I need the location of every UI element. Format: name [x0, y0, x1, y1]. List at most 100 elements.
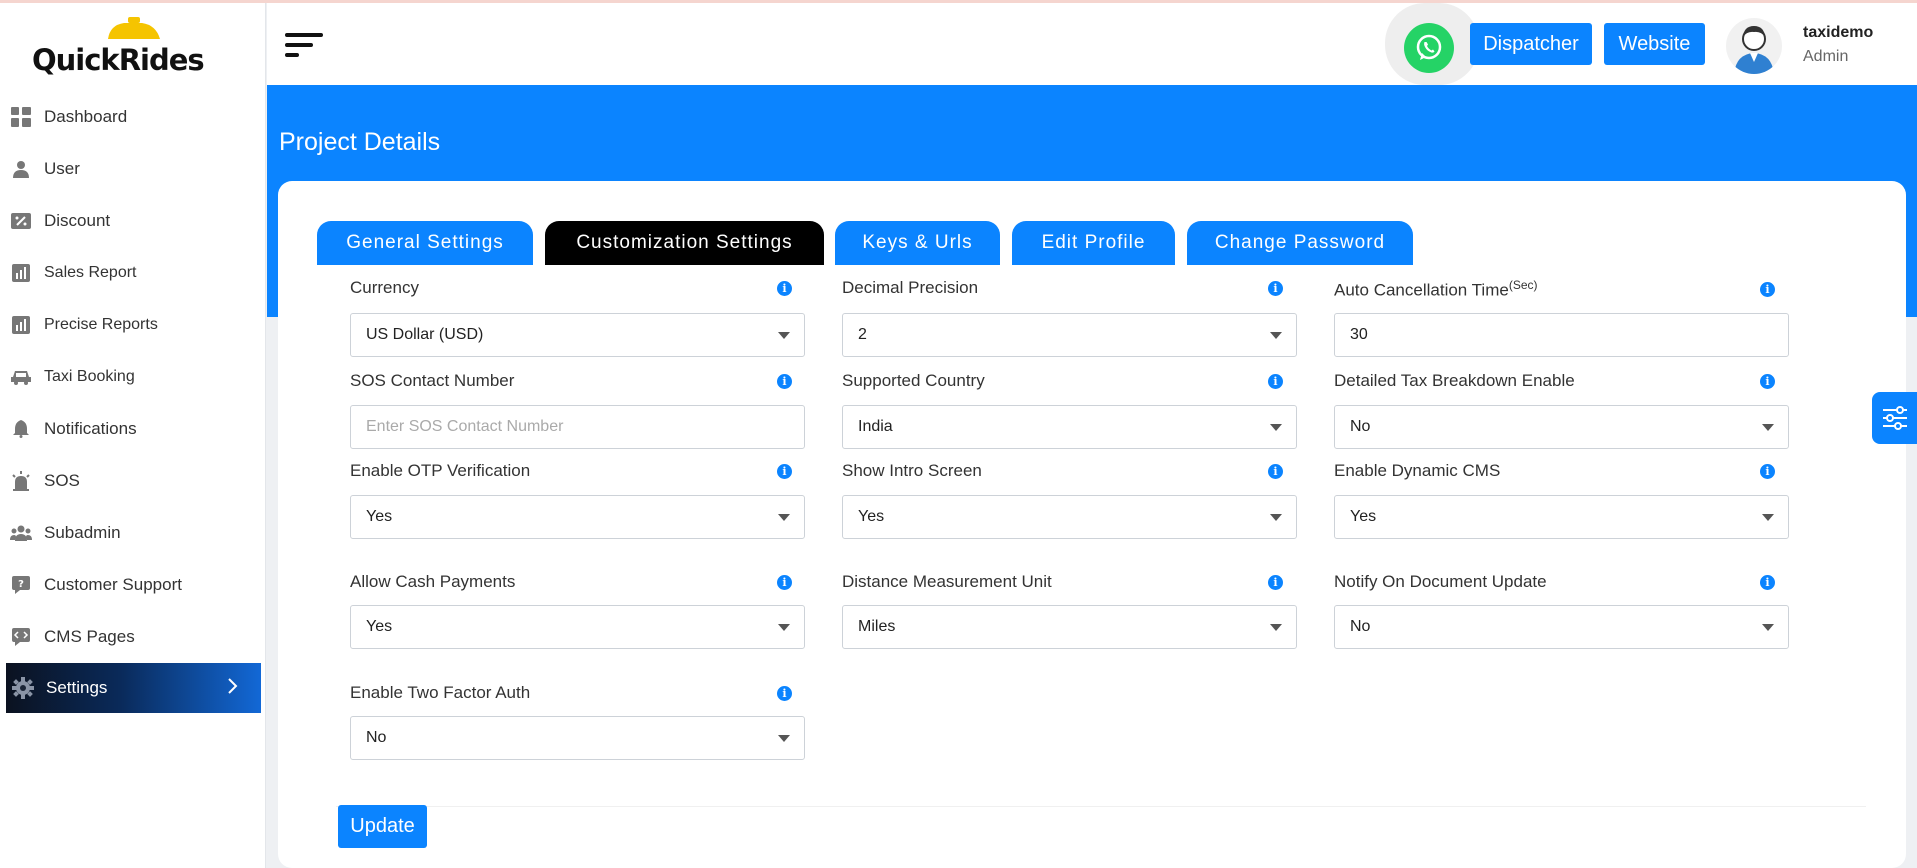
- sidebar-item-label: CMS Pages: [44, 627, 135, 646]
- info-icon[interactable]: i: [777, 686, 792, 701]
- sidebar-item-label: Taxi Booking: [44, 368, 135, 385]
- intro-screen-label: Show Intro Screen: [842, 461, 982, 480]
- decimal-precision-value: 2: [858, 326, 867, 343]
- distance-unit-select[interactable]: Miles: [842, 605, 1297, 649]
- otp-select[interactable]: Yes: [350, 495, 805, 539]
- gear-icon: [12, 677, 34, 699]
- two-factor-label: Enable Two Factor Auth: [350, 683, 531, 702]
- tax-breakdown-select[interactable]: No: [1334, 405, 1789, 449]
- info-icon[interactable]: i: [1268, 464, 1283, 479]
- decimal-precision-label: Decimal Precision: [842, 278, 979, 297]
- otp-value: Yes: [366, 508, 393, 525]
- sidebar-item-subadmin[interactable]: Subadmin: [0, 507, 266, 559]
- info-icon[interactable]: i: [1760, 374, 1775, 389]
- sidebar-item-label: User: [44, 159, 80, 178]
- currency-label: Currency: [350, 278, 419, 297]
- sidebar-item-settings[interactable]: Settings: [6, 663, 261, 713]
- notify-document-value: No: [1350, 618, 1371, 635]
- info-icon[interactable]: i: [1268, 575, 1283, 590]
- sidebar-item-label: Subadmin: [44, 523, 121, 542]
- supported-country-label: Supported Country: [842, 371, 985, 390]
- sidebar-item-precise-reports[interactable]: Precise Reports: [0, 299, 266, 351]
- distance-unit-value: Miles: [858, 618, 896, 635]
- info-icon[interactable]: i: [1760, 575, 1775, 590]
- dynamic-cms-value: Yes: [1350, 508, 1377, 525]
- user-avatar-icon: [1734, 26, 1774, 74]
- sidebar-item-cms-pages[interactable]: CMS Pages: [0, 611, 266, 663]
- sidebar-item-customer-support[interactable]: ? Customer Support: [0, 559, 266, 611]
- support-icon: ?: [10, 574, 32, 596]
- sos-contact-input[interactable]: [366, 418, 786, 436]
- tab-change-password[interactable]: Change Password: [1187, 221, 1413, 265]
- sidebar-item-sales-report[interactable]: Sales Report: [0, 247, 266, 299]
- two-factor-select[interactable]: No: [350, 716, 805, 760]
- chevron-down-icon: [1270, 332, 1282, 339]
- user-icon: [10, 158, 32, 180]
- info-icon[interactable]: i: [777, 464, 792, 479]
- chevron-down-icon: [1270, 424, 1282, 431]
- alarm-icon: [10, 470, 32, 492]
- auto-cancellation-label-text: Auto Cancellation Time: [1334, 280, 1509, 300]
- report-icon: [10, 314, 32, 336]
- sidebar-item-user[interactable]: User: [0, 143, 266, 195]
- auto-cancellation-input[interactable]: 30: [1334, 313, 1789, 357]
- avatar[interactable]: [1726, 18, 1782, 74]
- page-title: Project Details: [279, 128, 441, 156]
- currency-select[interactable]: US Dollar (USD): [350, 313, 805, 357]
- sidebar-item-discount[interactable]: Discount: [0, 195, 266, 247]
- tab-edit-profile[interactable]: Edit Profile: [1012, 221, 1175, 265]
- whatsapp-icon: [1416, 34, 1442, 60]
- cash-payments-select[interactable]: Yes: [350, 605, 805, 649]
- report-icon: [10, 262, 32, 284]
- chevron-down-icon: [778, 735, 790, 742]
- tab-customization-settings[interactable]: Customization Settings: [545, 221, 824, 265]
- intro-screen-select[interactable]: Yes: [842, 495, 1297, 539]
- bell-icon: [10, 418, 32, 440]
- update-button[interactable]: Update: [338, 805, 427, 848]
- decimal-precision-select[interactable]: 2: [842, 313, 1297, 357]
- auto-cancellation-unit: (Sec): [1508, 278, 1538, 292]
- info-icon[interactable]: i: [777, 575, 792, 590]
- sidebar-menu: Dashboard User Discount Sales Report Pre…: [0, 91, 266, 713]
- intro-screen-value: Yes: [858, 508, 885, 525]
- dispatcher-button[interactable]: Dispatcher: [1470, 23, 1592, 65]
- sos-contact-field[interactable]: [350, 405, 805, 449]
- supported-country-value: India: [858, 418, 893, 435]
- chevron-down-icon: [1270, 624, 1282, 631]
- info-icon[interactable]: i: [1760, 282, 1775, 297]
- info-icon[interactable]: i: [1760, 464, 1775, 479]
- sidebar-item-label: Sales Report: [44, 264, 137, 281]
- tab-keys-urls[interactable]: Keys & Urls: [835, 221, 1000, 265]
- tax-breakdown-label: Detailed Tax Breakdown Enable: [1334, 371, 1575, 390]
- whatsapp-button[interactable]: [1404, 23, 1454, 73]
- top-header: Dispatcher Website taxidemo Admin: [267, 3, 1917, 85]
- auto-cancellation-label: Auto Cancellation Time(Sec): [1334, 278, 1538, 301]
- app-logo[interactable]: QuickRides: [32, 15, 205, 80]
- sidebar-item-sos[interactable]: SOS: [0, 455, 266, 507]
- sidebar-item-notifications[interactable]: Notifications: [0, 403, 266, 455]
- sliders-icon: [1882, 406, 1907, 430]
- website-button[interactable]: Website: [1604, 23, 1705, 65]
- info-icon[interactable]: i: [1268, 281, 1283, 296]
- info-icon[interactable]: i: [1268, 374, 1283, 389]
- sidebar-item-taxi-booking[interactable]: Taxi Booking: [0, 351, 266, 403]
- notify-document-select[interactable]: No: [1334, 605, 1789, 649]
- chevron-down-icon: [778, 624, 790, 631]
- user-name: taxidemo: [1803, 24, 1874, 41]
- cash-payments-value: Yes: [366, 618, 393, 635]
- info-icon[interactable]: i: [777, 374, 792, 389]
- chevron-down-icon: [1270, 514, 1282, 521]
- distance-unit-label: Distance Measurement Unit: [842, 572, 1052, 591]
- tab-general-settings[interactable]: General Settings: [317, 221, 533, 265]
- sidebar-item-dashboard[interactable]: Dashboard: [0, 91, 266, 143]
- info-icon[interactable]: i: [777, 281, 792, 296]
- cash-payments-label: Allow Cash Payments: [350, 572, 516, 591]
- dynamic-cms-select[interactable]: Yes: [1334, 495, 1789, 539]
- dynamic-cms-label: Enable Dynamic CMS: [1334, 461, 1501, 480]
- chevron-down-icon: [1762, 624, 1774, 631]
- theme-settings-button[interactable]: [1872, 392, 1917, 444]
- chevron-down-icon: [778, 332, 790, 339]
- supported-country-select[interactable]: India: [842, 405, 1297, 449]
- menu-toggle-icon[interactable]: [285, 31, 325, 61]
- auto-cancellation-value: 30: [1350, 326, 1368, 343]
